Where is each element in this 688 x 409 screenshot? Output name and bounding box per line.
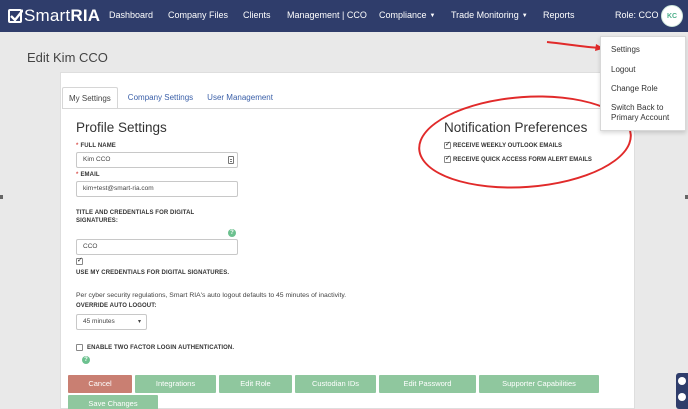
caret-down-icon: ▼ — [521, 13, 528, 19]
full-name-value: Kim CCO — [83, 156, 111, 163]
nav-management-cco[interactable]: Management | CCO — [287, 10, 367, 20]
switch-back-line2: Primary Account — [611, 113, 670, 122]
widget-dot-icon — [678, 393, 686, 401]
email-value: kim+test@smart-ria.com — [83, 185, 154, 192]
chevron-down-icon: ▾ — [137, 319, 141, 325]
title-credentials-label-line2: SIGNATURES: — [76, 218, 118, 224]
menu-item-logout[interactable]: Logout — [611, 65, 635, 75]
settings-tabs: My Settings Company Settings User Manage… — [62, 87, 279, 109]
use-credentials-label: USE MY CREDENTIALS FOR DIGITAL SIGNATURE… — [76, 270, 230, 276]
supporter-capabilities-button[interactable]: Supporter Capabilities — [479, 375, 599, 393]
logo-text-light: Smart — [24, 6, 71, 25]
logo-text-bold: RIA — [70, 6, 101, 25]
nav-clients[interactable]: Clients — [243, 10, 271, 20]
title-credentials-label: TITLE AND CREDENTIALS FOR DIGITAL SIGNAT… — [76, 210, 194, 224]
nav-trade-monitoring-label: Trade Monitoring — [451, 10, 519, 20]
override-logout-label: OVERRIDE AUTO LOGOUT: — [76, 303, 157, 309]
tab-my-settings[interactable]: My Settings — [62, 87, 118, 109]
integrations-button[interactable]: Integrations — [135, 375, 216, 393]
auto-logout-note: Per cyber security regulations, Smart RI… — [76, 292, 347, 299]
switch-back-line1: Switch Back to — [611, 103, 664, 112]
required-marker: * — [76, 172, 79, 178]
user-menu-dropdown: Settings Logout Change Role Switch Back … — [600, 36, 686, 131]
caret-down-icon: ▼ — [429, 13, 436, 19]
auto-logout-select[interactable]: 45 minutes ▾ — [76, 314, 147, 330]
menu-item-change-role[interactable]: Change Role — [611, 84, 658, 94]
profile-settings-heading: Profile Settings — [76, 120, 167, 135]
logo-check-icon — [8, 9, 23, 23]
scroll-left-marker — [0, 195, 3, 199]
use-credentials-checkbox[interactable] — [76, 256, 83, 265]
save-changes-button[interactable]: Save Changes — [68, 395, 158, 409]
menu-item-switch-back[interactable]: Switch Back to Primary Account — [611, 103, 669, 123]
page-title: Edit Kim CCO — [27, 50, 108, 65]
bluetooth-icon — [678, 377, 686, 385]
nav-trade-monitoring[interactable]: Trade Monitoring ▼ — [451, 10, 528, 20]
help-icon[interactable]: ? — [82, 356, 90, 364]
contact-card-icon — [228, 156, 234, 164]
nav-dashboard[interactable]: Dashboard — [109, 10, 153, 20]
user-avatar[interactable]: KC — [661, 5, 683, 27]
role-indicator[interactable]: Role: CCO — [615, 10, 659, 20]
tab-company-settings[interactable]: Company Settings — [122, 87, 199, 109]
title-credentials-label-line1: TITLE AND CREDENTIALS FOR DIGITAL — [76, 210, 195, 216]
title-credentials-value: CCO — [83, 243, 98, 250]
nav-reports[interactable]: Reports — [543, 10, 575, 20]
two-factor-checkbox[interactable] — [76, 344, 83, 351]
email-label-text: EMAIL — [80, 172, 100, 178]
annotation-arrow-icon — [546, 41, 604, 51]
nav-company-files[interactable]: Company Files — [168, 10, 228, 20]
nav-compliance[interactable]: Compliance ▼ — [379, 10, 435, 20]
full-name-label-text: FULL NAME — [80, 143, 116, 149]
help-icon[interactable]: ? — [228, 229, 236, 237]
nav-compliance-label: Compliance — [379, 10, 427, 20]
email-input[interactable]: kim+test@smart-ria.com — [76, 181, 238, 197]
auto-logout-value: 45 minutes — [83, 318, 115, 325]
menu-item-settings[interactable]: Settings — [611, 45, 640, 55]
two-factor-label: ENABLE TWO FACTOR LOGIN AUTHENTICATION. — [87, 345, 235, 351]
edit-role-button[interactable]: Edit Role — [219, 375, 292, 393]
cancel-button[interactable]: Cancel — [68, 375, 132, 393]
tab-user-management[interactable]: User Management — [201, 87, 279, 109]
full-name-input[interactable]: Kim CCO — [76, 152, 238, 168]
custodian-ids-button[interactable]: Custodian IDs — [295, 375, 376, 393]
required-marker: * — [76, 143, 79, 149]
email-label: * EMAIL — [76, 172, 100, 178]
full-name-label: * FULL NAME — [76, 143, 116, 149]
title-credentials-input[interactable]: CCO — [76, 239, 238, 255]
smartria-logo[interactable]: SmartRIA — [8, 6, 101, 25]
edit-password-button[interactable]: Edit Password — [379, 375, 476, 393]
